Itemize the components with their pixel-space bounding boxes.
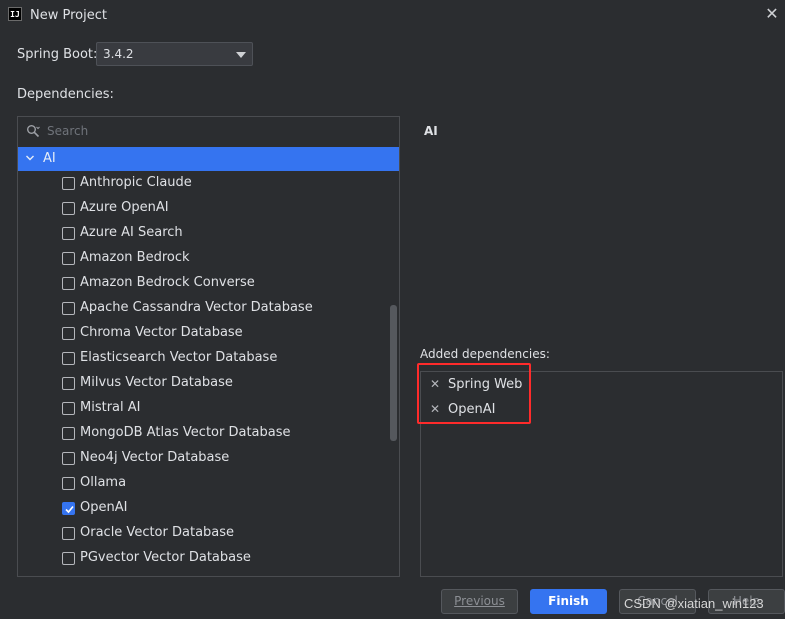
dependency-item[interactable]: OpenAI (62, 496, 382, 521)
dependency-label: OpenAI (80, 500, 128, 515)
dependency-label: Milvus Vector Database (80, 375, 233, 390)
dependency-item[interactable]: Mistral AI (62, 396, 382, 421)
chevron-down-icon (236, 52, 246, 58)
spring-boot-label: Spring Boot: (17, 47, 98, 62)
dependency-item[interactable]: Chroma Vector Database (62, 321, 382, 346)
remove-icon[interactable]: ✕ (430, 402, 442, 418)
tree-group-ai[interactable]: AI (18, 147, 399, 171)
checkbox[interactable] (62, 477, 75, 490)
dependency-item[interactable]: PGvector Vector Database (62, 546, 382, 571)
added-dependency-item: ✕ Spring Web (430, 375, 630, 397)
checkbox[interactable] (62, 177, 75, 190)
checkbox[interactable] (62, 327, 75, 340)
dependency-item[interactable]: Milvus Vector Database (62, 371, 382, 396)
dependency-item[interactable]: Oracle Vector Database (62, 521, 382, 546)
finish-button[interactable]: Finish (530, 589, 607, 614)
checkbox[interactable] (62, 427, 75, 440)
dependency-label: Oracle Vector Database (80, 525, 235, 540)
checkbox[interactable] (62, 352, 75, 365)
search-icon (27, 125, 40, 138)
spring-boot-version-value: 3.4.2 (103, 47, 134, 61)
remove-icon[interactable]: ✕ (430, 377, 442, 393)
dependencies-label: Dependencies: (17, 87, 114, 102)
checkbox[interactable] (62, 552, 75, 565)
checkbox[interactable] (62, 402, 75, 415)
dependencies-tree-panel: AI Anthropic Claude Azure OpenAI Azure A… (17, 116, 400, 577)
dependency-item[interactable]: Azure AI Search (62, 221, 382, 246)
window-title: New Project (30, 8, 107, 23)
dependency-item[interactable]: Amazon Bedrock (62, 246, 382, 271)
dependency-label: Elasticsearch Vector Database (80, 350, 278, 365)
checkbox[interactable] (62, 277, 75, 290)
checkbox[interactable] (62, 252, 75, 265)
dependency-item[interactable]: Amazon Bedrock Converse (62, 271, 382, 296)
close-icon[interactable]: ✕ (764, 5, 780, 23)
intellij-logo-icon: IJ (8, 7, 22, 21)
added-dependencies-panel: ✕ Spring Web ✕ OpenAI (420, 371, 783, 577)
tree-group-label: AI (43, 151, 56, 166)
dependency-label: Apache Cassandra Vector Database (80, 300, 313, 315)
dependency-item[interactable]: Ollama (62, 471, 382, 496)
help-button[interactable]: Help (708, 589, 785, 614)
dependency-label: Neo4j Vector Database (80, 450, 230, 465)
dependency-label: Amazon Bedrock Converse (80, 275, 255, 290)
added-dependencies-label: Added dependencies: (420, 347, 550, 361)
checkbox[interactable] (62, 202, 75, 215)
dependency-item[interactable]: Azure OpenAI (62, 196, 382, 221)
dependency-label: Mistral AI (80, 400, 141, 415)
scrollbar-thumb[interactable] (390, 305, 397, 441)
checkbox[interactable] (62, 302, 75, 315)
checkbox-checked[interactable] (62, 502, 75, 515)
chevron-down-icon (26, 155, 34, 161)
dependency-item[interactable]: Anthropic Claude (62, 171, 382, 196)
dependency-label: Azure OpenAI (80, 200, 169, 215)
dependency-item[interactable]: MongoDB Atlas Vector Database (62, 421, 382, 446)
dependency-label: Ollama (80, 475, 127, 490)
spring-boot-version-select[interactable]: 3.4.2 (96, 42, 253, 66)
dependency-label: PGvector Vector Database (80, 550, 251, 565)
dependency-label: Azure AI Search (80, 225, 183, 240)
dependency-label: MongoDB Atlas Vector Database (80, 425, 291, 440)
checkbox[interactable] (62, 377, 75, 390)
dependency-item[interactable]: Apache Cassandra Vector Database (62, 296, 382, 321)
search-row (18, 117, 399, 146)
added-dependency-name: Spring Web (448, 377, 523, 392)
dependency-label: Amazon Bedrock (80, 250, 190, 265)
previous-button[interactable]: Previous (441, 589, 518, 614)
dependency-label: Chroma Vector Database (80, 325, 243, 340)
checkbox[interactable] (62, 527, 75, 540)
dependency-label: Anthropic Claude (80, 175, 192, 190)
added-dependency-name: OpenAI (448, 402, 496, 417)
cancel-button[interactable]: Cancel (619, 589, 696, 614)
detail-title: AI (424, 124, 438, 138)
checkbox[interactable] (62, 452, 75, 465)
dependency-item[interactable]: Neo4j Vector Database (62, 446, 382, 471)
dependency-item[interactable]: Elasticsearch Vector Database (62, 346, 382, 371)
search-input[interactable] (47, 121, 387, 141)
checkbox[interactable] (62, 227, 75, 240)
added-dependency-item: ✕ OpenAI (430, 400, 630, 422)
checkmark-icon (65, 505, 74, 514)
title-bar: IJ New Project ✕ (0, 0, 785, 30)
